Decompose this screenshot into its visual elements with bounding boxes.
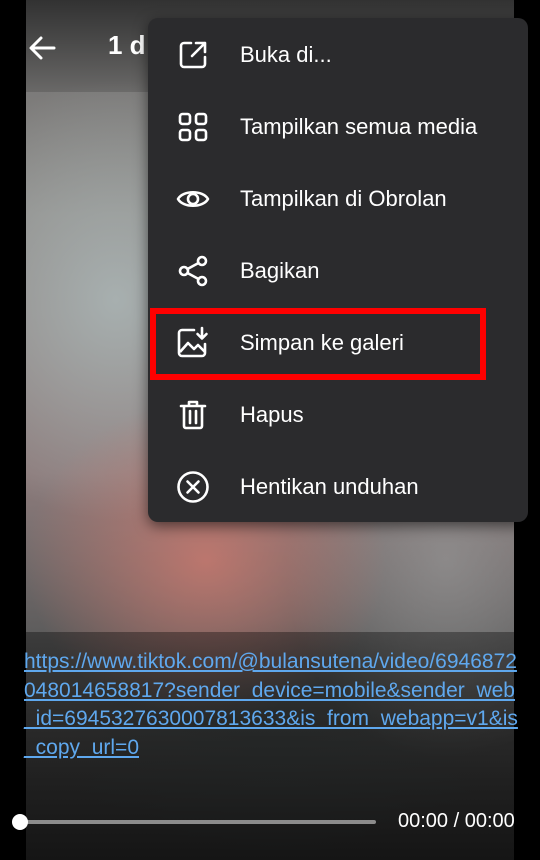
time-display: 00:00 / 00:00: [398, 810, 515, 832]
menu-item-label: Tampilkan semua media: [240, 114, 478, 139]
seek-thumb[interactable]: [12, 814, 28, 830]
eye-icon: [176, 182, 210, 216]
menu-item-label: Buka di...: [240, 42, 332, 67]
menu-item-share[interactable]: Bagikan: [148, 234, 528, 306]
trash-icon: [176, 398, 210, 432]
arrow-left-icon: [29, 36, 56, 60]
menu-item-label: Tampilkan di Obrolan: [240, 186, 447, 211]
grid-icon: [176, 110, 210, 144]
highlight-box: [150, 308, 486, 380]
seek-bar[interactable]: [22, 820, 376, 824]
menu-item-show-all-media[interactable]: Tampilkan semua media: [148, 90, 528, 162]
page-title: 1 d: [108, 30, 146, 60]
menu-item-cancel-download[interactable]: Hentikan unduhan: [148, 450, 528, 522]
back-button[interactable]: [24, 28, 60, 68]
menu-item-show-in-chat[interactable]: Tampilkan di Obrolan: [148, 162, 528, 234]
menu-item-delete[interactable]: Hapus: [148, 378, 528, 450]
share-icon: [176, 254, 210, 288]
menu-item-label: Hentikan unduhan: [240, 474, 419, 499]
context-menu: Buka di... Tampilkan semua media Tampilk…: [148, 18, 528, 522]
open-external-icon: [176, 38, 210, 72]
menu-item-label: Hapus: [240, 402, 304, 427]
menu-item-open-in[interactable]: Buka di...: [148, 18, 528, 90]
menu-item-label: Bagikan: [240, 258, 320, 283]
cancel-circle-icon: [176, 470, 210, 504]
caption-link[interactable]: https://www.tiktok.com/@bulansutena/vide…: [24, 648, 524, 762]
